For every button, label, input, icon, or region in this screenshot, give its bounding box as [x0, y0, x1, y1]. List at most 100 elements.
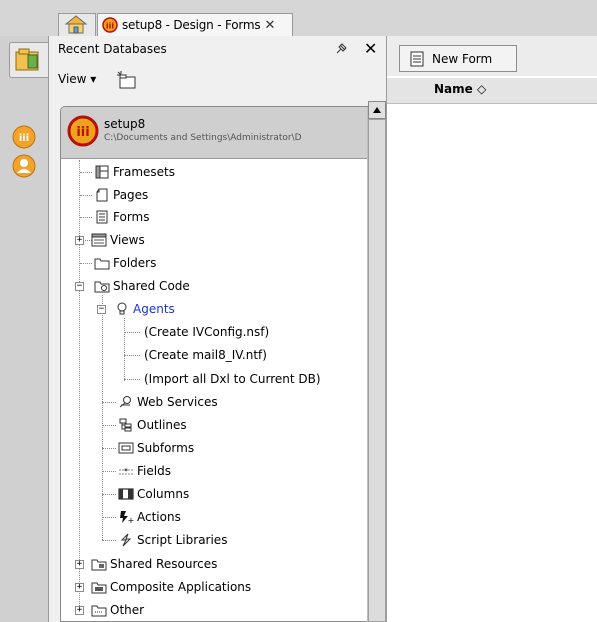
- view-icon: [91, 233, 107, 247]
- svg-text:*: *: [124, 467, 128, 476]
- rail-contacts-button[interactable]: [11, 153, 37, 182]
- tree-line: [124, 318, 125, 381]
- scroll-up-button[interactable]: [368, 101, 386, 119]
- tree-line: [80, 263, 92, 264]
- tree-line: [102, 448, 116, 449]
- expand-views-toggle[interactable]: +: [75, 236, 84, 245]
- tree-item-label: (Create IVConfig.nsf): [144, 325, 270, 339]
- tree-item-shared-code[interactable]: Shared Code: [94, 277, 190, 295]
- column-header-name[interactable]: Name ◇: [434, 82, 486, 96]
- svg-text:iii: iii: [106, 22, 114, 31]
- tab-home[interactable]: [58, 13, 96, 36]
- notes-db-icon: iii: [67, 115, 99, 147]
- home-icon: [64, 15, 88, 34]
- tree-item-label: Subforms: [137, 441, 195, 455]
- tree-item-agent-create-mail8[interactable]: (Create mail8_IV.ntf): [144, 346, 267, 364]
- new-folder-icon: [117, 71, 136, 89]
- tree-line: [102, 517, 116, 518]
- tree-item-columns[interactable]: Columns: [118, 485, 189, 503]
- tree-item-label: (Create mail8_IV.ntf): [144, 348, 267, 362]
- tree-item-label: Framesets: [113, 165, 175, 179]
- tree-item-agent-create-ivconfig[interactable]: (Create IVConfig.nsf): [144, 323, 269, 341]
- tree-item-forms[interactable]: Forms: [94, 208, 149, 226]
- expand-composite-toggle[interactable]: +: [75, 583, 84, 592]
- tree-line: [80, 217, 92, 218]
- columns-icon: [118, 487, 134, 501]
- tree-item-label: Fields: [137, 464, 171, 478]
- rail-workspace-button[interactable]: iii: [11, 124, 37, 153]
- tree-item-web-services[interactable]: Web Services: [118, 393, 218, 411]
- composite-app-folder-icon: [91, 580, 107, 594]
- tree-line: [102, 471, 116, 472]
- tab-design-forms[interactable]: iii setup8 - Design - Forms ✕: [97, 13, 293, 36]
- shared-resources-folder-icon: [91, 557, 107, 571]
- collapse-agents-toggle[interactable]: −: [97, 305, 106, 314]
- tree-item-agent-import-dxl[interactable]: (Import all Dxl to Current DB): [144, 370, 321, 388]
- tree-item-label: Columns: [137, 487, 190, 501]
- tree-item-label: Forms: [113, 210, 150, 224]
- tree-item-label: Agents: [133, 302, 175, 316]
- rail-databases-button[interactable]: [9, 42, 49, 78]
- tree-line: [80, 172, 92, 173]
- page-icon: [94, 188, 110, 202]
- tree-line: [102, 425, 116, 426]
- notes-workspace-icon: iii: [12, 125, 36, 149]
- script-library-icon: [118, 533, 134, 547]
- actions-icon: +: [118, 510, 134, 524]
- expand-shared-resources-toggle[interactable]: +: [75, 560, 84, 569]
- tree-line: [102, 494, 116, 495]
- tree-item-label: Pages: [113, 188, 149, 202]
- tree-item-composite-applications[interactable]: Composite Applications: [91, 578, 251, 596]
- tree-item-label: Composite Applications: [110, 580, 252, 594]
- collapse-shared-code-toggle[interactable]: −: [75, 282, 84, 291]
- new-form-label: New Form: [432, 51, 493, 66]
- tree-item-label: Folders: [113, 256, 157, 270]
- tree-item-outlines[interactable]: Outlines: [118, 416, 187, 434]
- tree-item-actions[interactable]: + Actions: [118, 508, 181, 526]
- tree-item-label: Shared Code: [113, 279, 190, 293]
- column-header-row: [387, 78, 597, 104]
- tree-line: [124, 355, 140, 356]
- tree-item-label: Other: [110, 603, 145, 617]
- tree-item-label: Script Libraries: [137, 533, 228, 547]
- tree-item-fields[interactable]: * Fields: [118, 462, 171, 480]
- scrollbar-thumb[interactable]: [368, 119, 386, 622]
- tree-item-shared-resources[interactable]: Shared Resources: [91, 555, 217, 573]
- pin-icon[interactable]: [334, 42, 348, 59]
- subform-icon: [118, 441, 134, 455]
- tree-line: [102, 402, 116, 403]
- lightbulb-icon: [114, 302, 130, 316]
- svg-text:iii: iii: [76, 125, 89, 140]
- arrow-up-icon: [373, 107, 381, 113]
- tree-item-agents[interactable]: Agents: [114, 300, 175, 318]
- tree-item-other[interactable]: Other: [91, 601, 144, 619]
- frameset-icon: [94, 165, 110, 179]
- database-path: C:\Documents and Settings\Administrator\…: [104, 133, 302, 143]
- tree-line: [102, 295, 103, 540]
- tree-item-script-libraries[interactable]: Script Libraries: [118, 531, 227, 549]
- tree-item-framesets[interactable]: Framesets: [94, 163, 175, 181]
- tree-line: [124, 332, 140, 333]
- close-panel-icon[interactable]: ✕: [364, 39, 377, 58]
- tree-item-label: Views: [110, 233, 145, 247]
- close-tab-icon[interactable]: ✕: [264, 18, 275, 33]
- new-folder-button[interactable]: [116, 70, 138, 93]
- tree-item-folders[interactable]: Folders: [94, 254, 156, 272]
- tree-item-subforms[interactable]: Subforms: [118, 439, 194, 457]
- tree-line: [80, 195, 92, 196]
- contacts-icon: [12, 154, 36, 178]
- field-icon: *: [118, 464, 134, 478]
- tree-item-label: Shared Resources: [110, 557, 218, 571]
- form-icon: [94, 210, 110, 224]
- tree-item-label: Outlines: [137, 418, 187, 432]
- tree-line: [79, 160, 80, 610]
- shared-code-folder-icon: [94, 279, 110, 293]
- outline-icon: [118, 418, 134, 432]
- new-form-button[interactable]: New Form: [399, 45, 517, 72]
- tree-item-views[interactable]: Views: [91, 231, 145, 249]
- tree-item-label: Web Services: [137, 395, 218, 409]
- view-menu[interactable]: View ▾: [58, 72, 96, 86]
- panel-title: Recent Databases: [58, 42, 167, 56]
- tree-item-pages[interactable]: Pages: [94, 186, 148, 204]
- expand-other-toggle[interactable]: +: [75, 606, 84, 615]
